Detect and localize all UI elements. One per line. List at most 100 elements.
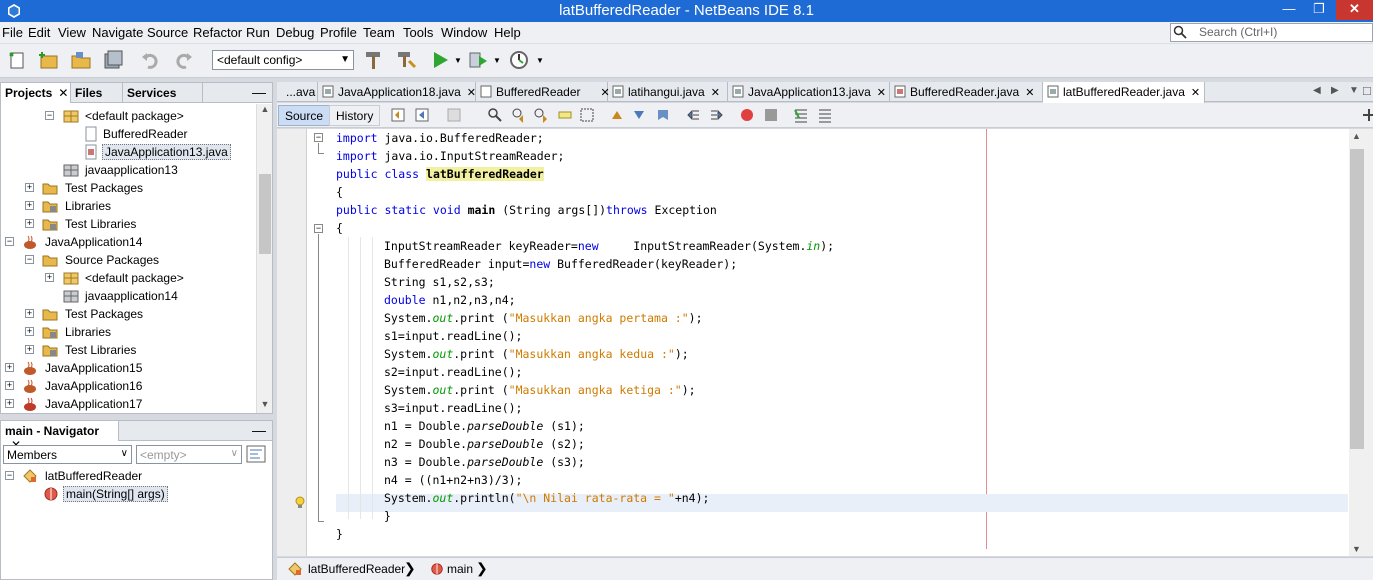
code-editor[interactable]: 1234567891011121314151617181920212223 − …: [277, 129, 1373, 556]
close-icon[interactable]: ✕: [1191, 87, 1200, 99]
menu-tools[interactable]: Tools: [403, 25, 433, 40]
config-dropdown[interactable]: <default config> ▼: [212, 50, 354, 70]
next-bookmark-icon[interactable]: [631, 107, 647, 123]
profile-dropdown-icon[interactable]: ▼: [536, 56, 544, 65]
collapse-icon[interactable]: −: [5, 237, 14, 246]
source-tab[interactable]: Source: [278, 105, 331, 126]
maximize-editor-icon[interactable]: □: [1363, 83, 1371, 98]
collapse-icon[interactable]: −: [25, 255, 34, 264]
expand-icon[interactable]: +: [25, 201, 34, 210]
toggle-highlight-icon[interactable]: [557, 107, 573, 123]
maximize-button[interactable]: ❐: [1306, 0, 1332, 20]
debug-icon[interactable]: [467, 49, 489, 71]
tab-editor[interactable]: BufferedReader.java ✕: [890, 82, 1043, 102]
find-previous-icon[interactable]: [511, 107, 527, 123]
stop-macro-icon[interactable]: [763, 107, 779, 123]
expand-icon[interactable]: +: [25, 345, 34, 354]
menu-run[interactable]: Run: [246, 25, 270, 40]
menu-file[interactable]: File: [2, 25, 23, 40]
collapse-icon[interactable]: −: [45, 111, 54, 120]
breadcrumb-method[interactable]: main: [447, 562, 473, 576]
scroll-tabs-left-icon[interactable]: ◀: [1313, 85, 1321, 96]
fold-collapse-icon[interactable]: −: [314, 224, 323, 233]
scroll-up-icon[interactable]: ▲: [257, 104, 273, 118]
start-macro-icon[interactable]: [739, 107, 755, 123]
close-icon[interactable]: ✕: [877, 87, 886, 99]
run-dropdown-icon[interactable]: ▼: [454, 56, 462, 65]
profile-icon[interactable]: [508, 49, 530, 71]
tree-item[interactable]: JavaApplication13.java: [1, 143, 255, 161]
scrollbar-thumb[interactable]: [259, 174, 271, 254]
navigator-tab[interactable]: main - Navigator ✕: [1, 421, 119, 452]
menu-profile[interactable]: Profile: [320, 25, 357, 40]
navigator-class-item[interactable]: − latBufferedReader: [1, 467, 271, 485]
new-project-icon[interactable]: [38, 49, 60, 71]
navigator-method-item[interactable]: main(String[] args): [1, 485, 271, 503]
expand-icon[interactable]: +: [5, 363, 14, 372]
navigator-options-icon[interactable]: [246, 445, 266, 463]
expand-icon[interactable]: +: [45, 273, 54, 282]
expand-icon[interactable]: +: [5, 381, 14, 390]
menu-window[interactable]: Window: [441, 25, 487, 40]
new-file-icon[interactable]: [6, 49, 28, 71]
tree-item[interactable]: + JavaApplication15: [1, 359, 255, 377]
comment-icon[interactable]: [793, 107, 809, 123]
tree-item[interactable]: + JavaApplication16: [1, 377, 255, 395]
forward-icon[interactable]: [447, 107, 463, 123]
scroll-down-icon[interactable]: ▼: [257, 399, 273, 413]
shift-left-icon[interactable]: [685, 107, 701, 123]
rect-select-icon[interactable]: [579, 107, 595, 123]
last-edit-icon[interactable]: [391, 107, 407, 123]
tree-item[interactable]: − JavaApplication14: [1, 233, 255, 251]
tab-editor-overflow[interactable]: ...ava: [277, 82, 318, 102]
tab-editor[interactable]: JavaApplication13.java ✕: [728, 82, 890, 102]
shift-right-icon[interactable]: [709, 107, 725, 123]
menu-team[interactable]: Team: [363, 25, 395, 40]
expand-icon[interactable]: +: [25, 327, 34, 336]
tree-item[interactable]: BufferedReader: [1, 125, 255, 143]
tree-item[interactable]: + Test Packages: [1, 305, 255, 323]
scroll-down-icon[interactable]: ▼: [1352, 544, 1361, 554]
tree-item[interactable]: + Test Libraries: [1, 341, 255, 359]
tree-item[interactable]: + JavaApplication17: [1, 395, 255, 413]
history-tab[interactable]: History: [329, 105, 381, 126]
scrollbar-thumb[interactable]: [1350, 149, 1364, 449]
tree-item[interactable]: + Test Libraries: [1, 215, 255, 233]
close-button[interactable]: ✕: [1336, 0, 1373, 20]
projects-scrollbar[interactable]: ▲ ▼: [256, 104, 272, 413]
collapse-icon[interactable]: −: [5, 471, 14, 480]
scope-filter-select[interactable]: <empty> ∨: [136, 445, 242, 464]
minimize-button[interactable]: —: [1276, 0, 1302, 20]
tree-item[interactable]: + Libraries: [1, 197, 255, 215]
close-icon[interactable]: ✕: [467, 87, 476, 99]
expand-icon[interactable]: +: [25, 219, 34, 228]
find-icon[interactable]: [487, 107, 503, 123]
close-icon[interactable]: ✕: [58, 86, 68, 100]
build-hammer-icon[interactable]: [363, 49, 385, 71]
minimize-panel-icon[interactable]: —: [252, 84, 266, 100]
back-icon[interactable]: [415, 107, 431, 123]
tab-editor[interactable]: JavaApplication18.java ✕: [318, 82, 476, 102]
tree-item[interactable]: + Test Packages: [1, 179, 255, 197]
tree-item[interactable]: javaapplication13: [1, 161, 255, 179]
menu-navigate[interactable]: Navigate: [92, 25, 143, 40]
expand-icon[interactable]: +: [25, 309, 34, 318]
tab-editor[interactable]: latihangui.java ✕: [608, 82, 728, 102]
tab-editor[interactable]: BufferedReader ✕: [476, 82, 610, 102]
tree-item[interactable]: javaapplication14: [1, 287, 255, 305]
scroll-tabs-right-icon[interactable]: ▶: [1331, 85, 1339, 96]
uncomment-icon[interactable]: [817, 107, 833, 123]
close-icon[interactable]: ✕: [711, 87, 720, 99]
tab-editor-active[interactable]: latBufferedReader.java ✕: [1043, 82, 1205, 103]
breadcrumb-class[interactable]: latBufferedReader: [308, 562, 405, 576]
redo-icon[interactable]: [172, 49, 194, 71]
expand-icon[interactable]: +: [25, 183, 34, 192]
menu-edit[interactable]: Edit: [28, 25, 50, 40]
editor-scrollbar[interactable]: ▲ ▼: [1349, 129, 1373, 556]
undo-icon[interactable]: [140, 49, 162, 71]
close-icon[interactable]: ✕: [1025, 87, 1034, 99]
tree-item[interactable]: − <default package>: [1, 107, 255, 125]
menu-help[interactable]: Help: [494, 25, 521, 40]
split-editor-icon[interactable]: [1361, 107, 1373, 123]
debug-dropdown-icon[interactable]: ▼: [493, 56, 501, 65]
